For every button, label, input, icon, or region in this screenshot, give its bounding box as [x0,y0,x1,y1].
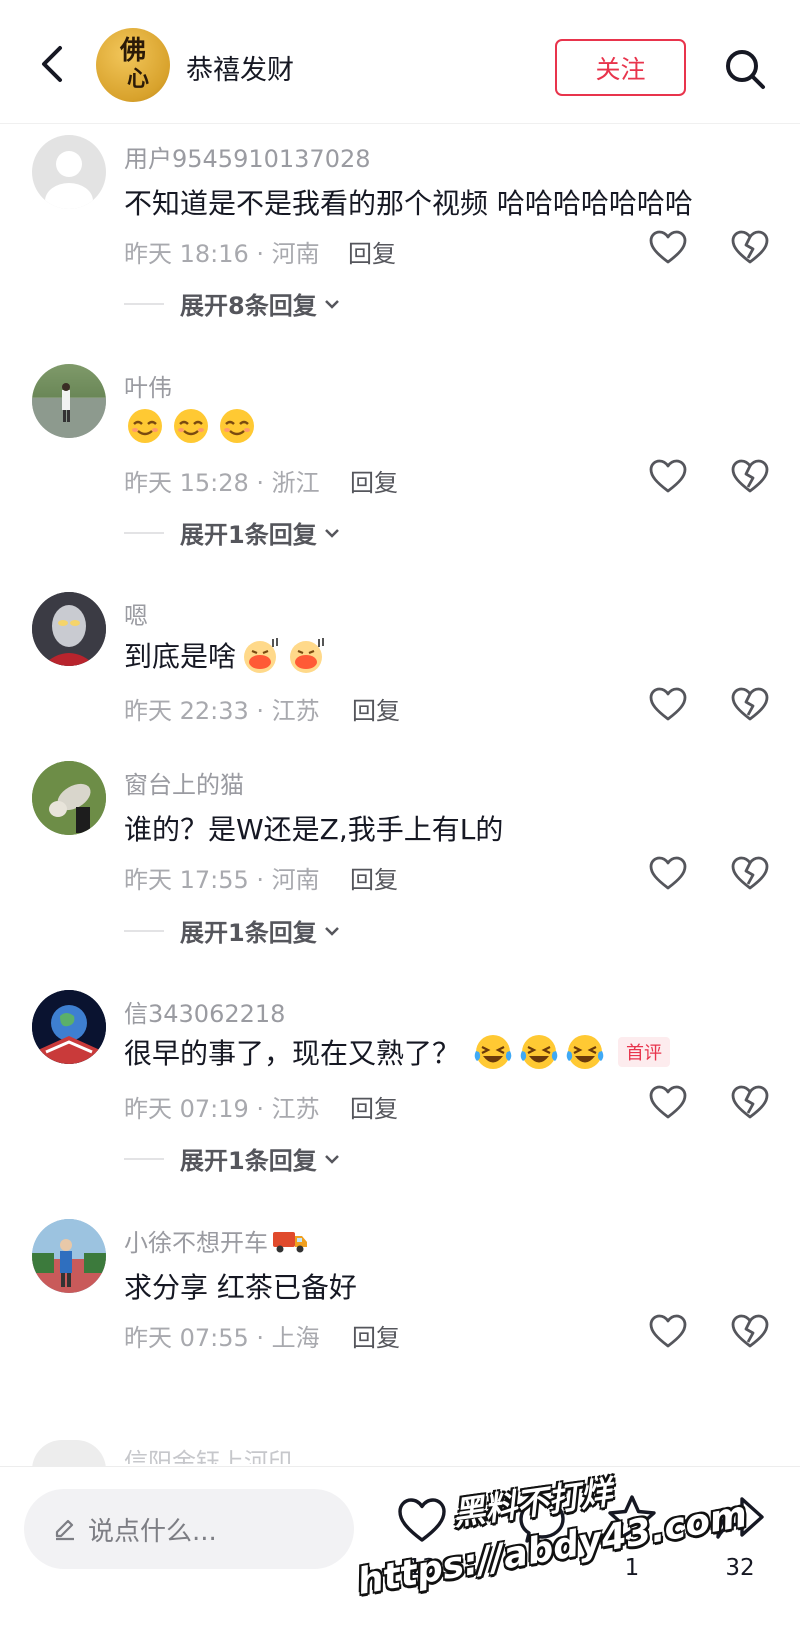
author-avatar[interactable]: 佛 心 [96,28,170,102]
reply-button[interactable]: 回复 [350,463,398,498]
avatar-photo [32,383,106,438]
author-name[interactable]: 恭禧发财 [186,48,294,87]
heart-icon[interactable] [648,1083,688,1123]
like-heart-icon[interactable] [396,1495,448,1547]
heart-icon[interactable] [648,457,688,497]
expand-replies-label: 展开1条回复 [180,1147,317,1175]
chevron-down-icon [324,299,339,309]
comment-username[interactable]: 叶伟 [124,368,172,403]
comment-username[interactable]: 用户9545910137028 [124,139,371,174]
expand-replies-label: 展开1条回复 [180,521,317,549]
broken-heart-icon[interactable] [730,457,770,497]
comment-meta: 昨天 15:28 · 浙江 [124,469,320,497]
heart-icon[interactable] [648,685,688,725]
comment-text-emojis [124,404,262,446]
broken-heart-icon[interactable] [730,854,770,894]
broken-heart-icon[interactable] [730,228,770,268]
reply-button[interactable]: 回复 [350,860,398,895]
avatar[interactable] [32,761,106,835]
comment-input-placeholder: 说点什么... [88,1516,217,1547]
laughing-crying-emoji [474,1035,512,1069]
back-button[interactable] [30,42,74,86]
comment-meta: 昨天 18:16 · 河南 [124,240,320,268]
smiling-face-emoji [174,409,208,443]
comment-username: 小徐不想开车 [124,1229,268,1257]
laughing-crying-emoji [566,1035,604,1069]
comment-meta: 昨天 07:19 · 江苏 [124,1095,320,1123]
broken-heart-icon[interactable] [730,1312,770,1352]
steaming-face-emoji [244,638,279,673]
reply-button[interactable]: 回复 [352,691,400,726]
heart-icon[interactable] [648,854,688,894]
avatar-photo [32,592,106,666]
comment-bubble-icon[interactable] [516,1495,568,1547]
collect-count: 1 [624,1555,640,1581]
avatar[interactable] [32,592,106,666]
comment-text: 很早的事了，现在又熟了？ [124,1037,461,1070]
broken-heart-icon[interactable] [730,1083,770,1123]
avatar[interactable] [32,364,106,438]
comment-username[interactable]: 嗯 [124,596,148,631]
reply-button[interactable]: 回复 [352,1318,400,1353]
avatar-photo [32,761,106,835]
comment-text-row: 到底是啥 [124,634,332,676]
comment-text: 不知道是不是我看的那个视频 哈哈哈哈哈哈哈 [124,187,693,220]
expand-replies[interactable]: 展开1条回复 [124,913,341,948]
comment-username[interactable]: 信阳金钰上河印 [124,1442,292,1464]
chevron-down-icon [324,926,339,936]
avatar[interactable] [32,135,106,209]
top-bar: 佛 心 恭禧发财 关注 [0,0,800,124]
steaming-face-emoji [290,638,325,673]
expand-replies[interactable]: 展开1条回复 [124,515,341,550]
reply-button[interactable]: 回复 [350,1089,398,1124]
follow-button[interactable]: 关注 [555,39,686,96]
comment-meta: 昨天 17:55 · 河南 [124,866,320,894]
share-count: 32 [725,1555,755,1581]
share-arrow-icon[interactable] [714,1493,766,1545]
comment-username-row[interactable]: 小徐不想开车 [124,1223,308,1258]
smiling-face-emoji [220,409,254,443]
comment-text: 到底是啥 [124,640,237,673]
avatar[interactable] [32,1219,106,1293]
delivery-truck-emoji [273,1231,307,1252]
first-comment-badge: 首评 [618,1037,671,1067]
reply-button[interactable]: 回复 [348,234,396,269]
expand-replies[interactable]: 展开1条回复 [124,1141,341,1176]
comment-username[interactable]: 窗台上的猫 [124,765,244,800]
like-count: 13 [407,1555,437,1581]
comment-meta: 昨天 07:55 · 上海 [124,1324,320,1352]
avatar-glyph-1: 佛 [119,36,146,66]
avatar-glyph-2: 心 [126,66,149,92]
laughing-crying-emoji [520,1035,558,1069]
comment-username[interactable]: 信343062218 [124,994,285,1029]
expand-replies[interactable]: 展开8条回复 [124,286,341,321]
expand-replies-label: 展开1条回复 [180,919,317,947]
avatar-photo [32,1219,106,1293]
search-button[interactable] [720,44,770,94]
expand-replies-label: 展开8条回复 [180,292,317,320]
comment-input[interactable]: 说点什么... [24,1489,354,1569]
default-user-icon [32,135,106,209]
bottom-bar: 说点什么... 13 1 32 [0,1466,800,1635]
back-arrow-icon [42,46,62,82]
star-icon[interactable] [606,1493,658,1545]
avatar-photo [32,990,106,1064]
divider [124,929,164,932]
comment-text: 谁的？是W还是Z,我手上有L的 [124,813,504,846]
broken-heart-icon[interactable] [730,685,770,725]
chevron-down-icon [324,528,339,538]
heart-icon[interactable] [648,228,688,268]
avatar[interactable] [32,990,106,1064]
heart-icon[interactable] [648,1312,688,1352]
comment-text: 求分享 红茶已备好 [124,1271,357,1304]
divider [124,531,164,534]
divider [124,1157,164,1160]
chevron-down-icon [324,1154,339,1164]
smiling-face-emoji [128,409,162,443]
search-icon [726,50,765,89]
comment-meta: 昨天 22:33 · 江苏 [124,697,320,725]
divider [124,302,164,305]
pencil-icon [55,1519,74,1541]
comment-text-row: 很早的事了，现在又熟了？ 首评 [124,1031,671,1073]
